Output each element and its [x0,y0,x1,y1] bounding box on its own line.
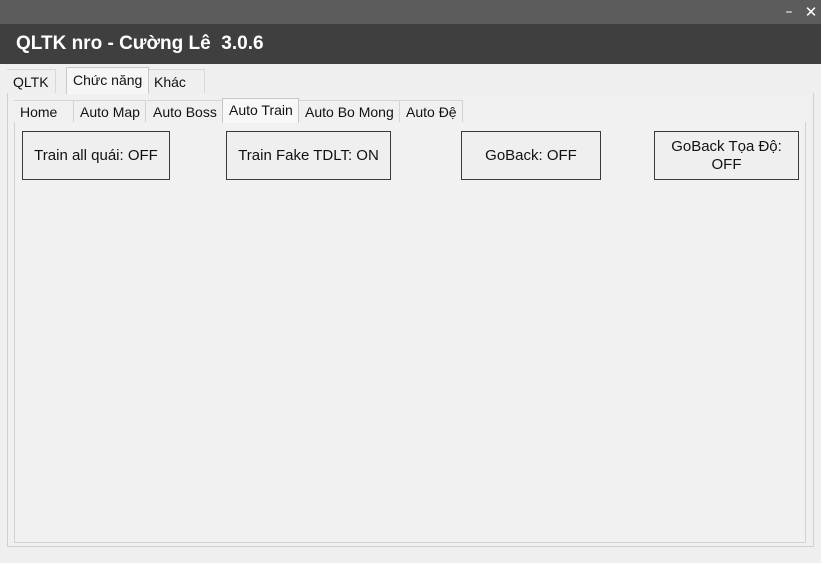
tab-auto-boss[interactable]: Auto Boss [147,100,223,122]
app-title-bar: QLTK nro - Cường Lê 3.0.6 [0,24,821,64]
tab-chuc-nang[interactable]: Chức năng [66,67,150,94]
tab-auto-de[interactable]: Auto Đệ [400,100,463,122]
main-window-content: QLTK Chức năng Khác Home Auto Map Auto B… [0,64,821,563]
minimize-icon[interactable]: – [779,2,799,22]
tab-home[interactable]: Home [14,100,74,122]
tab-khac[interactable]: Khác [148,69,205,93]
goback-button[interactable]: GoBack: OFF [461,131,601,180]
auto-train-panel [14,122,806,543]
train-fake-tdlt-button[interactable]: Train Fake TDLT: ON [226,131,391,180]
app-title: QLTK nro - Cường Lê 3.0.6 [16,33,264,54]
tab-qltk[interactable]: QLTK [7,69,56,93]
close-icon[interactable]: ✕ [801,2,821,22]
tab-auto-train[interactable]: Auto Train [222,98,299,123]
tab-auto-bo-mong[interactable]: Auto Bo Mong [299,100,400,122]
goback-coordinate-button[interactable]: GoBack Tọa Độ: OFF [654,131,799,180]
train-all-monsters-button[interactable]: Train all quái: OFF [22,131,170,180]
tab-auto-map[interactable]: Auto Map [74,100,146,122]
window-top-bar: – ✕ [0,0,821,24]
